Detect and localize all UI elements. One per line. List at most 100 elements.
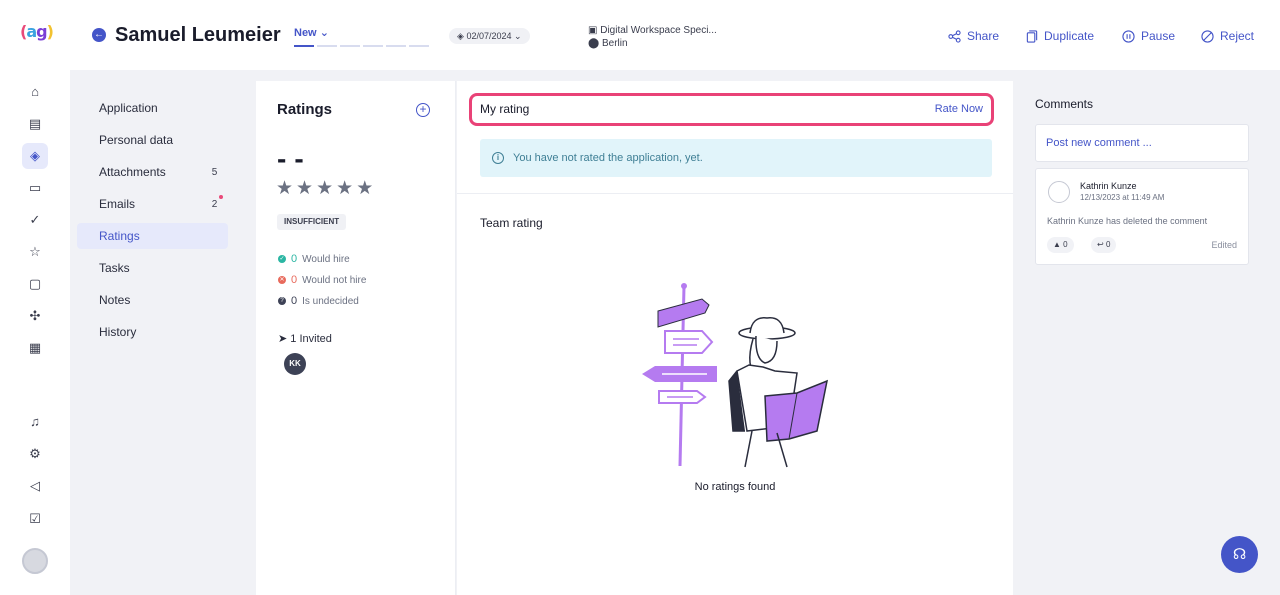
location-pin-icon: ⬤ — [588, 38, 600, 49]
menu-item-label: Ratings — [99, 229, 140, 243]
post-comment-input[interactable]: Post new comment ... — [1035, 124, 1249, 162]
edited-label: Edited — [1211, 240, 1237, 250]
would-hire-row: ✓ 0 Would hire — [278, 253, 350, 265]
info-text: You have not rated the application, yet. — [513, 152, 703, 164]
checkbox-icon[interactable]: ☑ — [27, 511, 43, 527]
date-label: 02/07/2024 — [466, 31, 512, 41]
invitee-avatar[interactable]: KK — [284, 353, 306, 375]
add-rating-button[interactable]: + — [416, 103, 430, 117]
would-not-hire-row: ✕ 0 Would not hire — [278, 274, 366, 286]
invited-label: 1 Invited — [290, 333, 332, 345]
stage-dropdown[interactable]: New ⌄ — [294, 26, 329, 39]
stage-step — [340, 45, 360, 47]
job-info: ▣ Digital Workspace Speci... ⬤ Berlin — [588, 24, 717, 50]
menu-item-ratings[interactable]: Ratings — [77, 223, 228, 249]
back-arrow-icon[interactable]: ← — [92, 28, 106, 42]
unread-dot — [219, 195, 223, 199]
comment-text: Kathrin Kunze has deleted the comment — [1047, 216, 1208, 226]
duplicate-icon — [1026, 29, 1038, 43]
message-icon[interactable]: ▢ — [27, 276, 43, 292]
menu-item-label: Application — [99, 101, 158, 115]
gear-icon[interactable]: ⚙ — [27, 446, 43, 462]
attachments-count-badge: 5 — [207, 165, 222, 180]
invited-row: ➤ 1 Invited — [278, 332, 332, 345]
stage-step — [409, 45, 429, 47]
like-button[interactable]: ▲ 0 — [1047, 237, 1074, 253]
stage-step — [317, 45, 337, 47]
chevron-down-icon: ⌄ — [514, 31, 522, 41]
my-rating-label: My rating — [480, 102, 530, 116]
menu-item-personal-data[interactable]: Personal data — [77, 127, 228, 153]
empty-state-text: No ratings found — [694, 481, 776, 493]
stage-label: New — [294, 27, 317, 39]
stage-step — [363, 45, 383, 47]
top-bar: (ag) ← Samuel Leumeier New ⌄ ◈ 02/07/202… — [0, 0, 1280, 70]
send-icon: ➤ — [278, 333, 288, 345]
menu-item-label: History — [99, 325, 137, 339]
comments-panel: Comments Post new comment ... Kathrin Ku… — [1035, 97, 1249, 265]
stage-progress — [294, 45, 429, 47]
pause-label: Pause — [1141, 29, 1176, 43]
undecided-count: 0 — [291, 295, 298, 307]
reply-button[interactable]: ↩ 0 — [1091, 237, 1117, 253]
megaphone-icon[interactable]: ◁ — [27, 478, 43, 494]
would-not-hire-label: Would not hire — [302, 274, 367, 286]
stage-step — [386, 45, 406, 47]
support-chat-icon[interactable]: ☊ — [1221, 536, 1258, 573]
pause-button[interactable]: Pause — [1122, 29, 1175, 43]
job-location: Berlin — [601, 38, 628, 49]
date-dropdown[interactable]: ◈ 02/07/2024 ⌄ — [449, 28, 530, 44]
bell-icon[interactable]: ♫ — [27, 414, 43, 430]
comment-author: Kathrin Kunze — [1080, 181, 1137, 191]
candidate-name: Samuel Leumeier — [115, 24, 281, 46]
like-count: 0 — [1063, 240, 1068, 249]
info-icon: i — [492, 152, 504, 164]
avatar — [1048, 181, 1070, 203]
clipboard-check-icon[interactable]: ✓ — [27, 212, 43, 228]
candidate-menu: Application Personal data Attachments 5 E… — [77, 95, 228, 351]
duplicate-button[interactable]: Duplicate — [1026, 29, 1094, 43]
star-icon[interactable]: ☆ — [27, 244, 43, 260]
menu-item-attachments[interactable]: Attachments 5 — [77, 159, 228, 185]
star-icon: ★ — [336, 178, 354, 199]
briefcase-icon[interactable]: ▤ — [27, 116, 43, 132]
share-label: Share — [967, 29, 1000, 43]
would-hire-count: 0 — [291, 253, 298, 265]
share-button[interactable]: Share — [948, 29, 999, 43]
home-icon[interactable]: ⌂ — [27, 84, 43, 100]
reject-icon — [1201, 29, 1214, 43]
menu-item-notes[interactable]: Notes — [77, 287, 228, 313]
reply-icon: ↩ — [1097, 240, 1104, 249]
menu-item-application[interactable]: Application — [77, 95, 228, 121]
undecided-row: ? 0 Is undecided — [278, 295, 359, 307]
menu-item-emails[interactable]: Emails 2 — [77, 191, 228, 217]
rating-score: -- — [277, 143, 312, 174]
app-logo[interactable]: (ag) — [20, 22, 54, 50]
reject-label: Reject — [1220, 29, 1255, 43]
menu-item-history[interactable]: History — [77, 319, 228, 345]
section-divider — [457, 193, 1013, 194]
menu-item-label: Emails — [99, 197, 136, 211]
user-avatar[interactable] — [22, 548, 48, 574]
team-rating-title: Team rating — [480, 216, 543, 230]
puzzle-icon[interactable]: ✣ — [27, 308, 43, 324]
menu-item-label: Tasks — [99, 261, 130, 275]
left-nav: ⌂ ▤ ◈ ▭ ✓ ☆ ▢ ✣ ▦ ♫ ⚙ ◁ ☑ — [0, 70, 70, 595]
archive-icon[interactable]: ▦ — [27, 340, 43, 356]
job-title[interactable]: Digital Workspace Speci... — [600, 25, 717, 36]
rating-main-panel: My rating Rate Now i You have not rated … — [457, 81, 1013, 595]
layers-icon[interactable]: ◈ — [22, 143, 48, 169]
would-hire-label: Would hire — [302, 253, 350, 265]
menu-item-label: Notes — [99, 293, 131, 307]
info-banner: i You have not rated the application, ye… — [480, 139, 992, 177]
cross-icon: ✕ — [278, 276, 286, 284]
presentation-icon[interactable]: ▭ — [27, 180, 43, 196]
rate-now-button[interactable]: Rate Now — [935, 103, 983, 115]
share-icon — [948, 29, 961, 43]
question-icon: ? — [278, 297, 286, 305]
menu-item-tasks[interactable]: Tasks — [77, 255, 228, 281]
comments-title: Comments — [1035, 97, 1094, 111]
stage-step — [294, 45, 314, 47]
reject-button[interactable]: Reject — [1201, 29, 1254, 43]
thumbs-up-icon: ▲ — [1053, 240, 1061, 249]
